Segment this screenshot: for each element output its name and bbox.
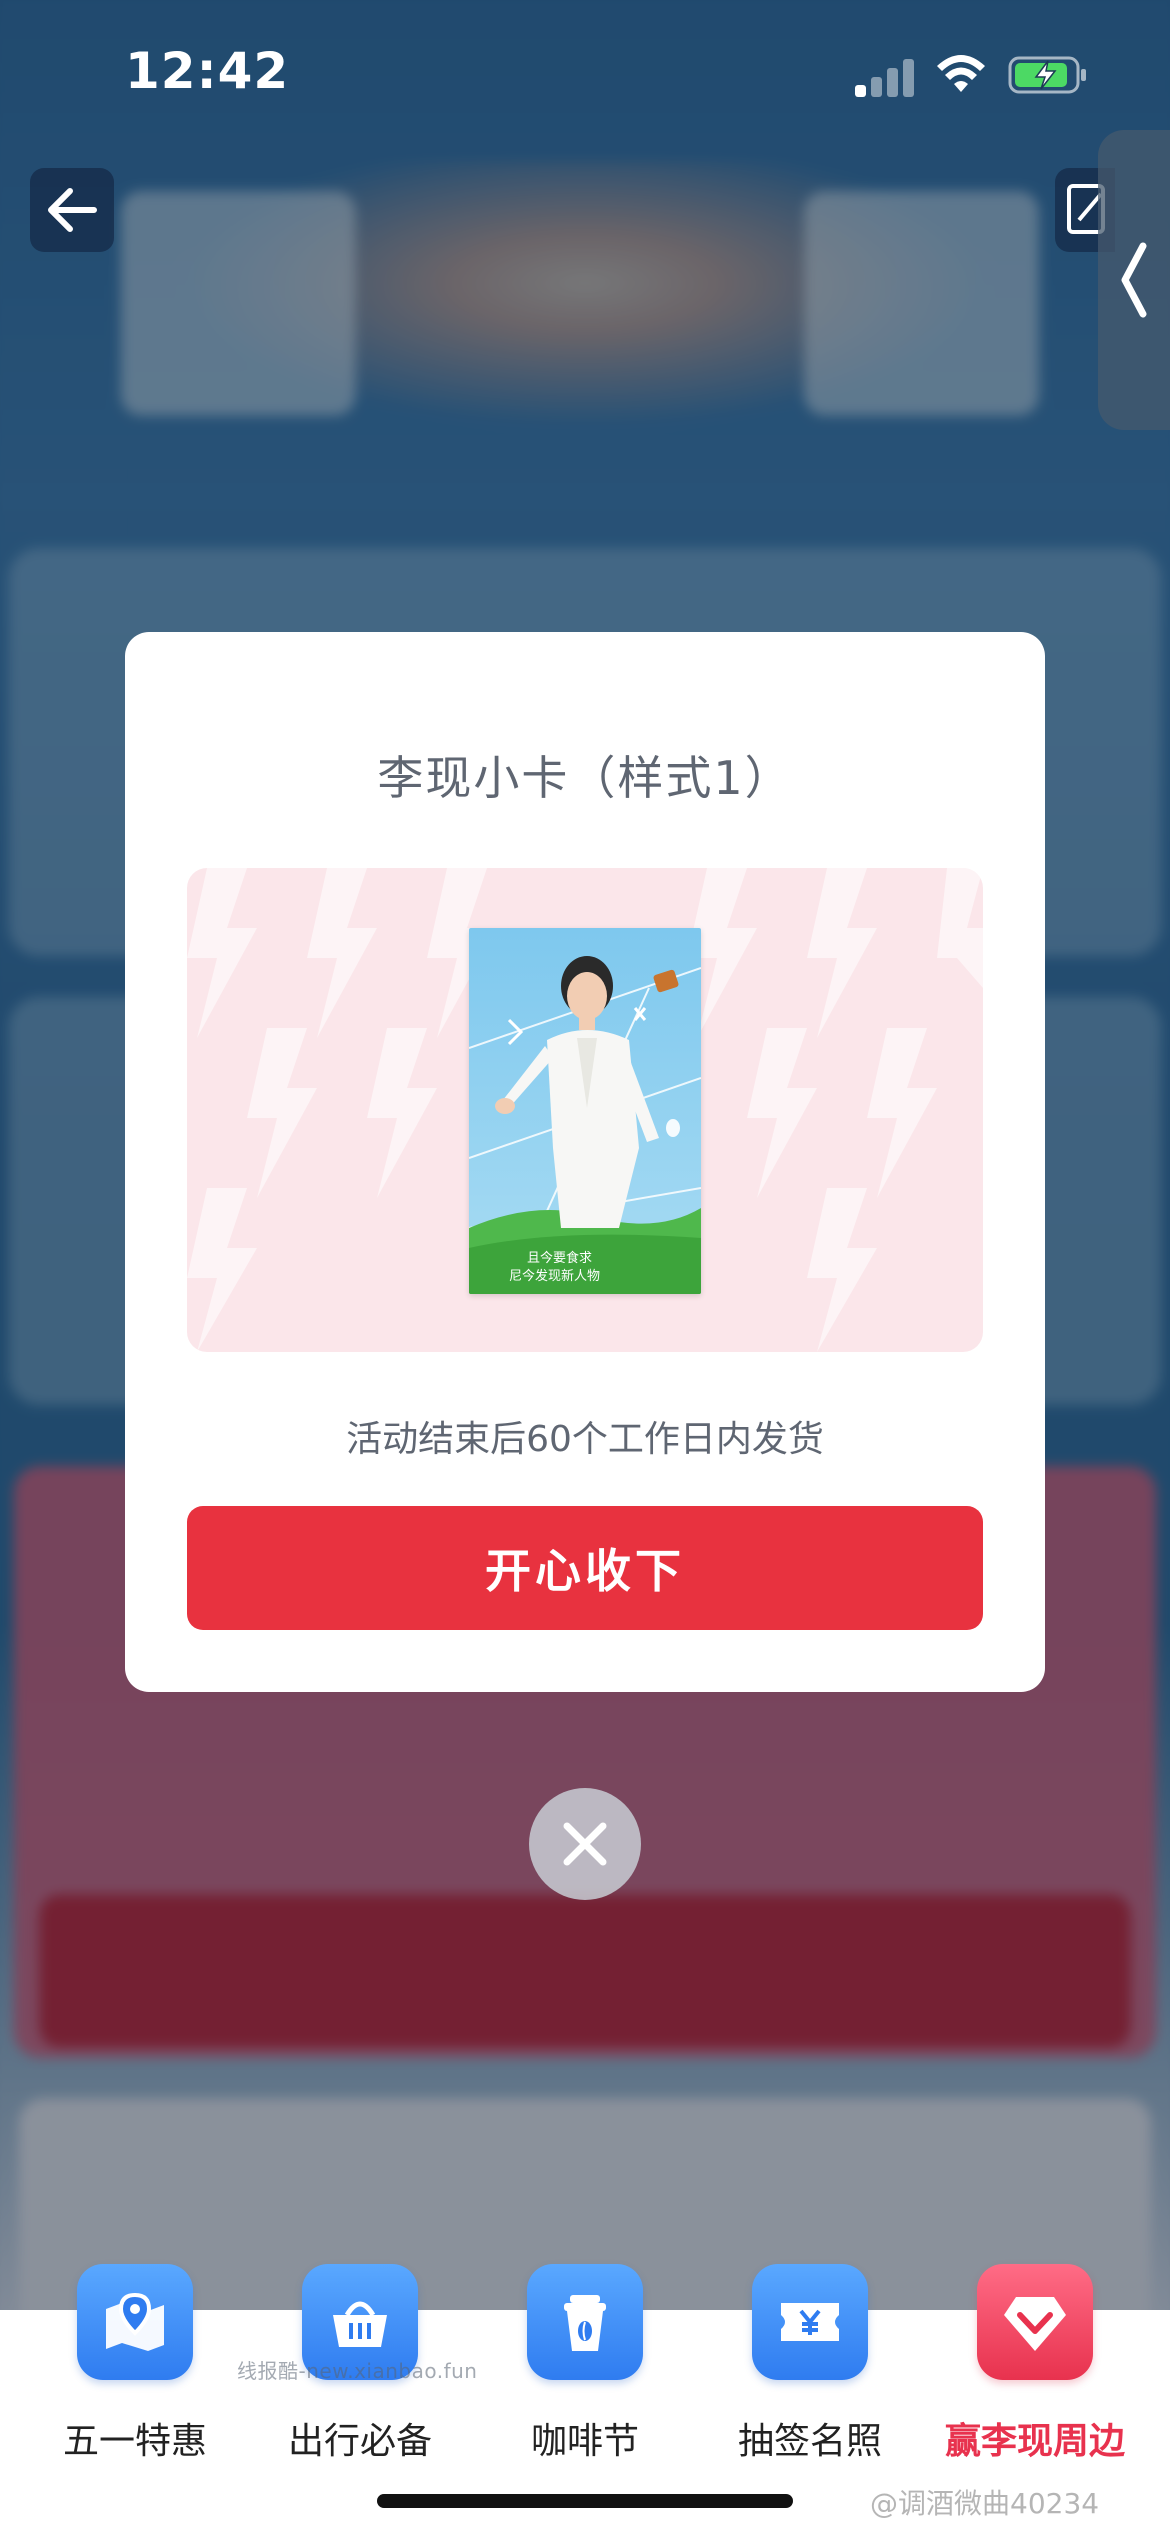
tab-label: 抽签名照: [737, 2421, 882, 2462]
tab-label: 赢李现周边: [944, 2421, 1125, 2462]
prize-modal: 李现小卡（样式1） 且今要食求 尼今发现新人物 活动结束后60个工作日内发货 开…: [125, 632, 1045, 1692]
ticket-yen-icon: [781, 2303, 839, 2341]
map-pin-icon: [106, 2292, 164, 2351]
photo-card-illustration: 且今要食求 尼今发现新人物: [469, 928, 701, 1294]
tab-signed-photo-draw[interactable]: 抽签名照: [710, 2264, 910, 2474]
wifi-icon: [937, 55, 985, 92]
status-time: 12:42: [125, 42, 290, 100]
side-drawer-handle[interactable]: [1098, 130, 1170, 430]
tab-coffee-festival[interactable]: 咖啡节: [485, 2264, 685, 2474]
cellular-signal-icon: [855, 55, 915, 97]
chevron-left-icon: [1121, 242, 1147, 318]
close-icon: [563, 1822, 607, 1866]
tab-icon-tile: [752, 2264, 868, 2380]
photo-card-image: 且今要食求 尼今发现新人物: [469, 928, 701, 1294]
tab-icon-tile: [527, 2264, 643, 2380]
modal-title: 李现小卡（样式1）: [377, 751, 793, 805]
weibo-watermark: @调酒微曲40234: [870, 2487, 1100, 2520]
tab-icon-tile: [977, 2264, 1093, 2380]
home-indicator[interactable]: [377, 2494, 793, 2508]
tab-icon-tile: [77, 2264, 193, 2380]
coffee-cup-icon: [564, 2295, 606, 2351]
svg-text:且今要食求: 且今要食求: [527, 1250, 592, 1266]
app-screen: 12:42 李现小卡（样式1） 且今要食求 尼今发现新人物 活动结束后60个工作…: [0, 0, 1170, 2532]
tab-label: 五一特惠: [62, 2421, 207, 2462]
tab-label: 出行必备: [287, 2421, 432, 2462]
basket-icon: [333, 2301, 387, 2347]
accept-button[interactable]: 开心收下: [187, 1506, 983, 1630]
battery-charging-icon: [1008, 56, 1086, 94]
status-bar: 12:42: [0, 0, 1170, 150]
prize-preview-panel: 且今要食求 尼今发现新人物: [187, 868, 983, 1352]
site-watermark: 线报酷-new.xianbao.fun: [237, 2359, 478, 2383]
tab-label: 咖啡节: [530, 2421, 639, 2462]
tab-win-merch[interactable]: 赢李现周边: [935, 2264, 1135, 2474]
arrow-left-icon: [48, 188, 97, 232]
heart-gem-icon: [1004, 2297, 1066, 2351]
close-modal-button[interactable]: [529, 1788, 641, 1900]
tab-may-day-deals[interactable]: 五一特惠: [35, 2264, 235, 2474]
svg-text:尼今发现新人物: 尼今发现新人物: [509, 1268, 600, 1284]
back-button[interactable]: [30, 168, 114, 252]
shipping-note: 活动结束后60个工作日内发货: [346, 1419, 824, 1460]
